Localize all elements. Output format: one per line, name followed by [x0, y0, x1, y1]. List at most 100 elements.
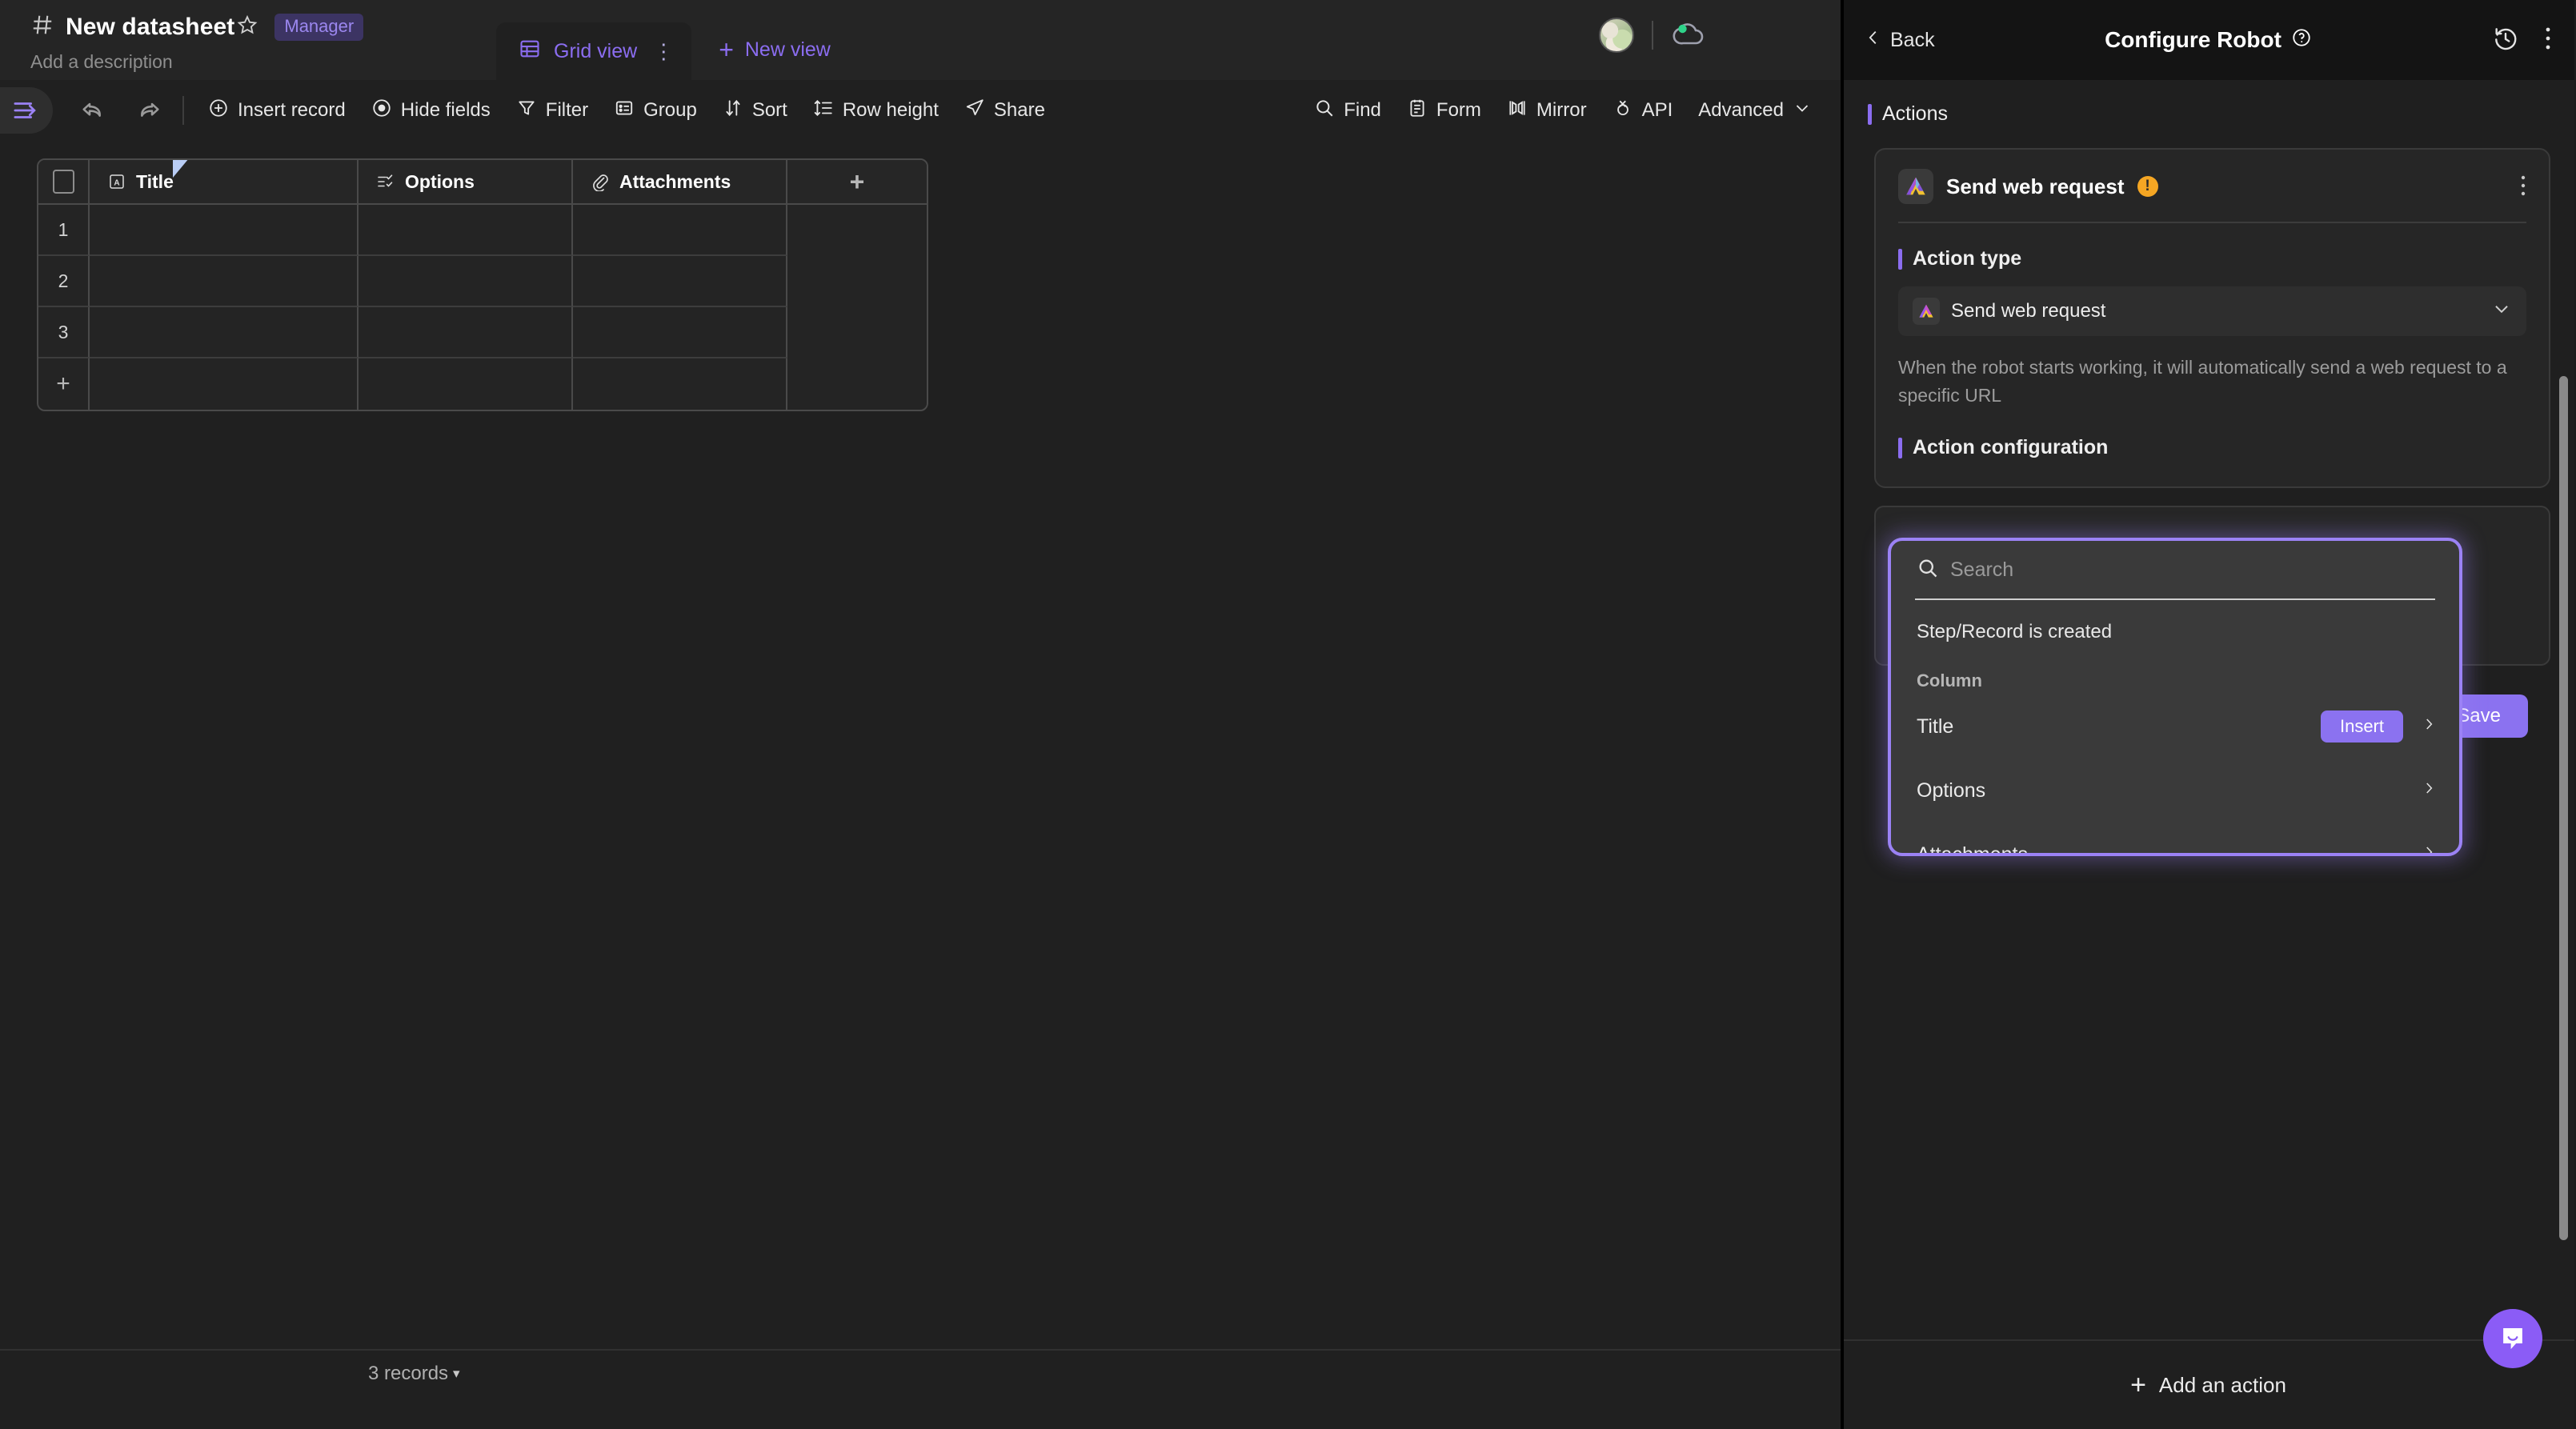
tab-more-icon[interactable]: ⋮ [653, 41, 674, 62]
send-web-request-icon [1898, 169, 1933, 204]
add-row-filler-options [359, 358, 573, 410]
undo-icon[interactable] [70, 88, 115, 133]
column-header-attachments[interactable]: Attachments [573, 160, 787, 205]
field-marker-icon [173, 160, 189, 178]
action-configuration-label: Action configuration [1898, 436, 2526, 459]
toolbar-insert-record[interactable]: Insert record [195, 93, 359, 129]
toolbar-find[interactable]: Find [1301, 93, 1394, 129]
toolbar-form[interactable]: Form [1394, 93, 1494, 129]
select-all-checkbox[interactable] [38, 160, 90, 205]
insert-button[interactable]: Insert [2320, 710, 2403, 743]
column-header-options-label: Options [405, 170, 475, 192]
star-icon[interactable] [236, 14, 258, 42]
search-input[interactable]: Search [1950, 558, 2013, 582]
chevron-left-icon [1865, 27, 1882, 54]
toolbar-group[interactable]: Group [601, 93, 710, 129]
cell-title[interactable] [90, 205, 359, 256]
plus-circle-icon [208, 98, 229, 124]
add-row-icon: + [38, 358, 90, 410]
list-item-step-record[interactable]: Step/Record is created [1909, 600, 2442, 650]
chevron-right-icon[interactable] [2421, 842, 2437, 853]
action-type-select-value: Send web request [1951, 300, 2106, 322]
action-card-more-icon[interactable] [2520, 174, 2526, 198]
add-column-button[interactable]: + [787, 160, 927, 205]
chevron-right-icon[interactable] [2421, 778, 2437, 804]
more-vertical-icon[interactable] [2544, 25, 2552, 56]
toolbar-divider [182, 96, 184, 125]
cell-attachments[interactable] [573, 256, 787, 307]
table-row[interactable]: 3 [38, 307, 927, 358]
help-circle-icon[interactable] [2291, 27, 2312, 54]
column-header-title[interactable]: A Title [90, 160, 359, 205]
tab-new-view[interactable]: + New view [719, 37, 831, 80]
toolbar-sort-label: Sort [751, 99, 787, 121]
cell-title[interactable] [90, 307, 359, 358]
datasheet-pane: New datasheet Manager Add a description [0, 0, 1842, 1429]
toolbar-row-height-label: Row height [842, 99, 939, 121]
action-card-divider [1898, 222, 2526, 223]
section-accent-bar [1898, 437, 1902, 458]
page-title[interactable]: New datasheet [66, 14, 234, 41]
cell-options[interactable] [359, 256, 573, 307]
history-icon[interactable] [2493, 26, 2518, 55]
toolbar-mirror[interactable]: Mirror [1494, 93, 1600, 129]
back-button[interactable]: Back [1865, 27, 1935, 54]
actions-section-label: Actions [1842, 80, 2574, 126]
toolbar-sort[interactable]: Sort [710, 93, 800, 129]
group-label-column: Column [1917, 670, 1982, 690]
text-field-icon: A [107, 172, 126, 191]
cell-attachments[interactable] [573, 307, 787, 358]
cloud-sync-icon[interactable] [1671, 18, 1709, 53]
toolbar-hide-fields[interactable]: Hide fields [359, 93, 503, 129]
chevron-right-icon[interactable] [2421, 714, 2437, 740]
toolbar-filter[interactable]: Filter [503, 93, 601, 129]
cell-title[interactable] [90, 256, 359, 307]
api-icon [1613, 98, 1633, 124]
action-card: Send web request ! Action type Send web … [1874, 148, 2550, 488]
table-row[interactable]: 2 [38, 256, 927, 307]
row-height-icon [813, 98, 834, 124]
robot-header-actions [2493, 25, 2552, 56]
list-item-title[interactable]: Title Insert [1909, 694, 2442, 759]
add-row-button[interactable]: + [38, 358, 927, 410]
cell-options[interactable] [359, 307, 573, 358]
add-row-filler-attachments [573, 358, 787, 410]
toolbar-advanced[interactable]: Advanced [1685, 94, 1825, 128]
add-action-button[interactable]: + Add an action [1842, 1339, 2574, 1429]
toolbar-filter-label: Filter [545, 99, 589, 121]
section-accent-bar [1898, 248, 1902, 270]
search-icon [1314, 98, 1335, 124]
table-row[interactable]: 1 [38, 205, 927, 256]
sort-icon [723, 98, 743, 124]
datasheet-title-row: New datasheet Manager [30, 13, 1841, 42]
avatar[interactable] [1599, 18, 1634, 53]
datasheet-footer: 3 records ▾ [0, 1349, 1841, 1397]
list-item-attachments[interactable]: Attachments [1909, 823, 2442, 853]
action-card-header: Send web request ! [1898, 169, 2526, 204]
toolbar-row-height[interactable]: Row height [800, 93, 951, 129]
caret-down-icon: ▾ [453, 1366, 460, 1381]
view-tabs: Grid view ⋮ + New view [496, 11, 831, 80]
robot-panel-title: Configure Robot [1842, 27, 2574, 54]
role-badge: Manager [274, 14, 364, 41]
datasheet-description[interactable]: Add a description [30, 51, 1841, 73]
chevron-down-icon [2491, 298, 2512, 324]
action-type-select[interactable]: Send web request [1898, 286, 2526, 336]
list-item-title-label: Title [1917, 714, 1954, 738]
cell-options[interactable] [359, 205, 573, 256]
action-card-title: Send web request [1946, 174, 2125, 198]
grid-container: A Title Options Attachments + 1 2 3 + [0, 141, 1841, 411]
cell-attachments[interactable] [573, 205, 787, 256]
list-item-options[interactable]: Options [1909, 759, 2442, 823]
search-field[interactable]: Search [1909, 541, 2442, 598]
datasheet-header: New datasheet Manager Add a description [0, 0, 1841, 80]
record-count[interactable]: 3 records ▾ [368, 1363, 460, 1385]
tab-grid-view[interactable]: Grid view ⋮ [496, 22, 692, 80]
toolbar-share[interactable]: Share [951, 93, 1058, 129]
sidebar-toggle-icon[interactable] [0, 87, 53, 134]
redo-icon[interactable] [126, 88, 171, 133]
panel-scrollbar[interactable] [2559, 376, 2568, 1240]
column-header-options[interactable]: Options [359, 160, 573, 205]
chat-bubble-icon[interactable] [2483, 1309, 2542, 1368]
toolbar-api[interactable]: API [1600, 93, 1686, 129]
